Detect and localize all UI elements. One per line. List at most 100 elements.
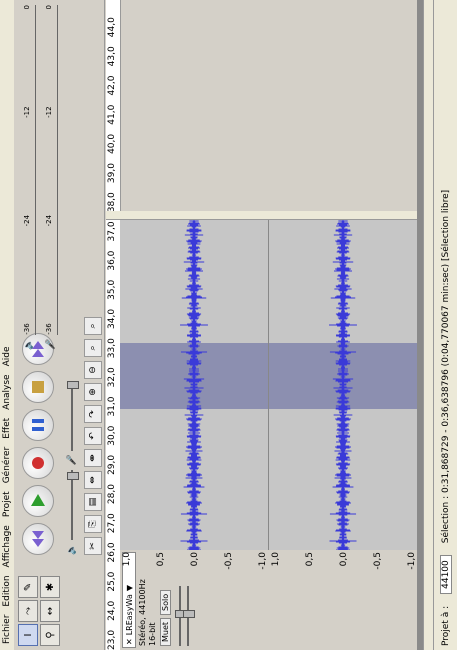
audacity-window: Fichier Edition Affichage Projet Générer Effe… <box>0 0 457 650</box>
ruler-tick: 39,0 <box>107 163 117 184</box>
edit-toolbar: ✂ ⎘ ▤ ⇹ ⇼ ↶ ↷ ⊕ ⊖ ⌕ ⌕ <box>84 317 102 555</box>
output-volume-slider[interactable] <box>67 469 79 540</box>
tools-toolbar: I ⤳ ✎ ⚲ ↔ ✱ <box>18 566 100 646</box>
track-control-panel: ✕ LREasyWa ▼ Stéréo, 44100Hz 16-bit Muet… <box>120 549 417 650</box>
pause-button[interactable] <box>22 409 54 441</box>
track-menu-arrow-icon[interactable]: ▼ <box>125 585 134 591</box>
speaker-icon: 🔈 <box>67 543 77 555</box>
mute-button[interactable]: Muet <box>160 617 171 646</box>
selection-status: Sélection : 0:31,868729 - 0:36,638796 (0… <box>440 189 451 544</box>
silence-icon[interactable]: ⇼ <box>84 449 102 467</box>
waveform-path <box>329 220 357 550</box>
mixer-toolbar: 🔈 🎤 <box>62 355 82 555</box>
ruler-tick: 41,0 <box>107 104 117 125</box>
ruler-tick: 33,0 <box>107 338 117 359</box>
meter-toolbar: 🔈 -36 -24 -12 0 🎤 -36 -24 -12 0 <box>20 5 80 350</box>
toolbar: I ⤳ ✎ ⚲ ↔ ✱ 🔈 🎤 ✂ ⎘ ▤ ⇹ ⇼ ↶ ↷ ⊕ ⊖ ⌕ ⌕ 🔈 … <box>14 0 105 650</box>
ruler-tick: 27,0 <box>107 513 117 534</box>
amplitude-tick: 0,0 <box>339 552 349 567</box>
fit-selection-icon[interactable]: ⌕ <box>84 339 102 357</box>
microphone-meter-icon: 🎤 <box>46 338 56 350</box>
ruler-tick: 36,0 <box>107 250 117 271</box>
ruler-tick: 37,0 <box>107 221 117 242</box>
envelope-tool[interactable]: ⤳ <box>18 600 38 622</box>
menu-item-2[interactable]: Affichage <box>2 525 12 567</box>
ruler-tick: 40,0 <box>107 133 117 154</box>
selection-tool[interactable]: I <box>18 624 38 646</box>
ruler-tick: 31,0 <box>107 396 117 417</box>
menu-item-1[interactable]: Edition <box>2 575 12 606</box>
meter-tick: -24 <box>22 214 31 227</box>
ruler-tick: 29,0 <box>107 454 117 475</box>
menu-bar: Fichier Edition Affichage Projet Générer Effe… <box>0 0 14 650</box>
gain-slider[interactable] <box>175 586 187 646</box>
ruler-tick: 23,0 <box>107 629 117 650</box>
menu-item-3[interactable]: Projet <box>2 491 12 517</box>
track-format: Stéréo, 44100Hz <box>138 579 147 646</box>
redo-icon[interactable]: ↷ <box>84 405 102 423</box>
ruler-tick: 38,0 <box>107 192 117 213</box>
zoom-tool[interactable]: ⚲ <box>40 624 60 646</box>
menu-item-4[interactable]: Générer <box>2 447 12 484</box>
multi-tool[interactable]: ✱ <box>40 576 60 598</box>
project-rate-value[interactable]: 44100 <box>439 555 452 594</box>
amplitude-tick: 1,0 <box>271 552 281 567</box>
channel-right[interactable] <box>269 220 417 550</box>
ruler-tick: 30,0 <box>107 425 117 446</box>
project-rate-label: Projet à : <box>440 605 451 646</box>
draw-tool[interactable]: ✎ <box>18 576 38 598</box>
status-bar: Projet à : 44100 Sélection : 0:31,868729… <box>433 0 457 650</box>
amplitude-tick: -1,0 <box>407 552 417 570</box>
record-button[interactable] <box>22 447 54 479</box>
channel-left[interactable] <box>120 220 269 550</box>
input-volume-slider[interactable] <box>67 380 79 451</box>
meter-tick: -12 <box>44 106 53 118</box>
stop-button[interactable] <box>22 371 54 403</box>
timeline-ruler[interactable]: 23,0 24,0 25,0 26,0 27,0 28,0 29,0 30,0 31,0 32,0… <box>106 0 121 650</box>
fit-project-icon[interactable]: ⌕ <box>84 317 102 335</box>
menu-item-5[interactable]: Effet <box>2 418 12 439</box>
undo-icon[interactable]: ↶ <box>84 427 102 445</box>
menu-item-7[interactable]: Aide <box>2 346 12 366</box>
meter-tick: 0 <box>44 5 53 10</box>
solo-button[interactable]: Solo <box>160 589 171 615</box>
pan-slider[interactable] <box>183 586 195 646</box>
cut-icon[interactable]: ✂ <box>84 537 102 555</box>
ruler-tick: 42,0 <box>107 75 117 96</box>
ruler-tick: 25,0 <box>107 571 117 592</box>
output-meter[interactable]: 🔈 -36 -24 -12 0 <box>20 5 38 350</box>
transport-toolbar <box>22 333 58 555</box>
menu-item-6[interactable]: Analyse <box>2 374 12 409</box>
amplitude-tick: -1,0 <box>258 552 268 570</box>
zoom-in-icon[interactable]: ⊕ <box>84 383 102 401</box>
track-name: LREasyWa <box>124 594 134 636</box>
play-button[interactable] <box>22 485 54 517</box>
close-track-icon[interactable]: ✕ <box>125 638 134 645</box>
skip-start-button[interactable] <box>22 523 54 555</box>
waveform-path <box>180 220 208 550</box>
copy-icon[interactable]: ⎘ <box>84 515 102 533</box>
amplitude-tick: -0,5 <box>373 552 383 570</box>
paste-icon[interactable]: ▤ <box>84 493 102 511</box>
amplitude-tick: 0,5 <box>305 552 315 567</box>
zoom-out-icon[interactable]: ⊖ <box>84 361 102 379</box>
waveform-area[interactable] <box>120 220 417 550</box>
ruler-tick: 32,0 <box>107 367 117 388</box>
ruler-tick: 28,0 <box>107 484 117 505</box>
amplitude-tick: 0,0 <box>190 552 200 567</box>
menu-item-0[interactable]: Fichier <box>2 615 12 644</box>
meter-tick: -12 <box>22 106 31 118</box>
ruler-tick: 24,0 <box>107 600 117 621</box>
trim-icon[interactable]: ⇹ <box>84 471 102 489</box>
meter-tick: -36 <box>22 323 31 335</box>
amplitude-tick: 1,0 <box>122 552 132 567</box>
ruler-tick: 26,0 <box>107 542 117 563</box>
ruler-tick: 34,0 <box>107 308 117 329</box>
meter-tick: -24 <box>44 214 53 227</box>
speaker-meter-icon: 🔈 <box>24 338 34 350</box>
input-meter[interactable]: 🎤 -36 -24 -12 0 <box>42 5 60 350</box>
screenshot: Fichier Edition Affichage Projet Générer Effe… <box>0 0 457 650</box>
timeshift-tool[interactable]: ↔ <box>40 600 60 622</box>
vertical-scrollbar[interactable] <box>106 211 417 220</box>
amplitude-tick: 0,5 <box>156 552 166 567</box>
